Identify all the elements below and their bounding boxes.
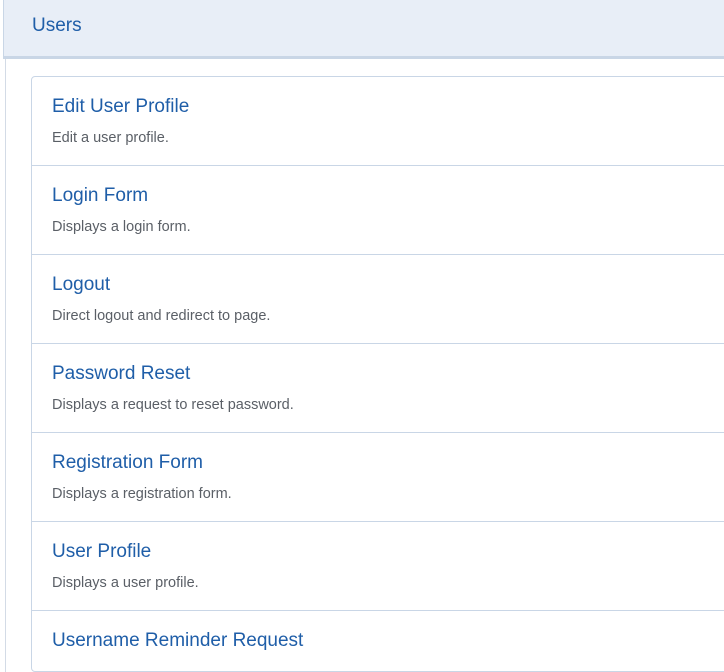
item-title[interactable]: Username Reminder Request <box>52 630 303 652</box>
item-title[interactable]: Login Form <box>52 185 148 207</box>
item-title[interactable]: Registration Form <box>52 452 203 474</box>
list-item-registration-form[interactable]: Registration Form Displays a registratio… <box>32 433 724 522</box>
list-item-user-profile[interactable]: User Profile Displays a user profile. <box>32 522 724 611</box>
section-header: Users <box>3 0 724 59</box>
item-title[interactable]: Password Reset <box>52 363 190 385</box>
menu-item-type-list: Edit User Profile Edit a user profile. L… <box>31 76 724 672</box>
list-item-login-form[interactable]: Login Form Displays a login form. <box>32 166 724 255</box>
item-title[interactable]: Edit User Profile <box>52 96 189 118</box>
page: Users Edit User Profile Edit a user prof… <box>0 0 724 672</box>
item-description: Edit a user profile. <box>52 130 169 146</box>
section-title: Users <box>32 15 82 36</box>
item-description: Displays a registration form. <box>52 486 232 502</box>
item-description: Displays a request to reset password. <box>52 397 294 413</box>
list-item-logout[interactable]: Logout Direct logout and redirect to pag… <box>32 255 724 344</box>
item-description: Displays a user profile. <box>52 575 199 591</box>
left-divider <box>5 59 6 672</box>
list-item-edit-user-profile[interactable]: Edit User Profile Edit a user profile. <box>32 77 724 166</box>
list-item-password-reset[interactable]: Password Reset Displays a request to res… <box>32 344 724 433</box>
list-item-username-reminder-request[interactable]: Username Reminder Request <box>32 611 724 671</box>
item-title[interactable]: User Profile <box>52 541 151 563</box>
item-description: Displays a login form. <box>52 219 191 235</box>
item-title[interactable]: Logout <box>52 274 110 296</box>
item-description: Direct logout and redirect to page. <box>52 308 271 324</box>
